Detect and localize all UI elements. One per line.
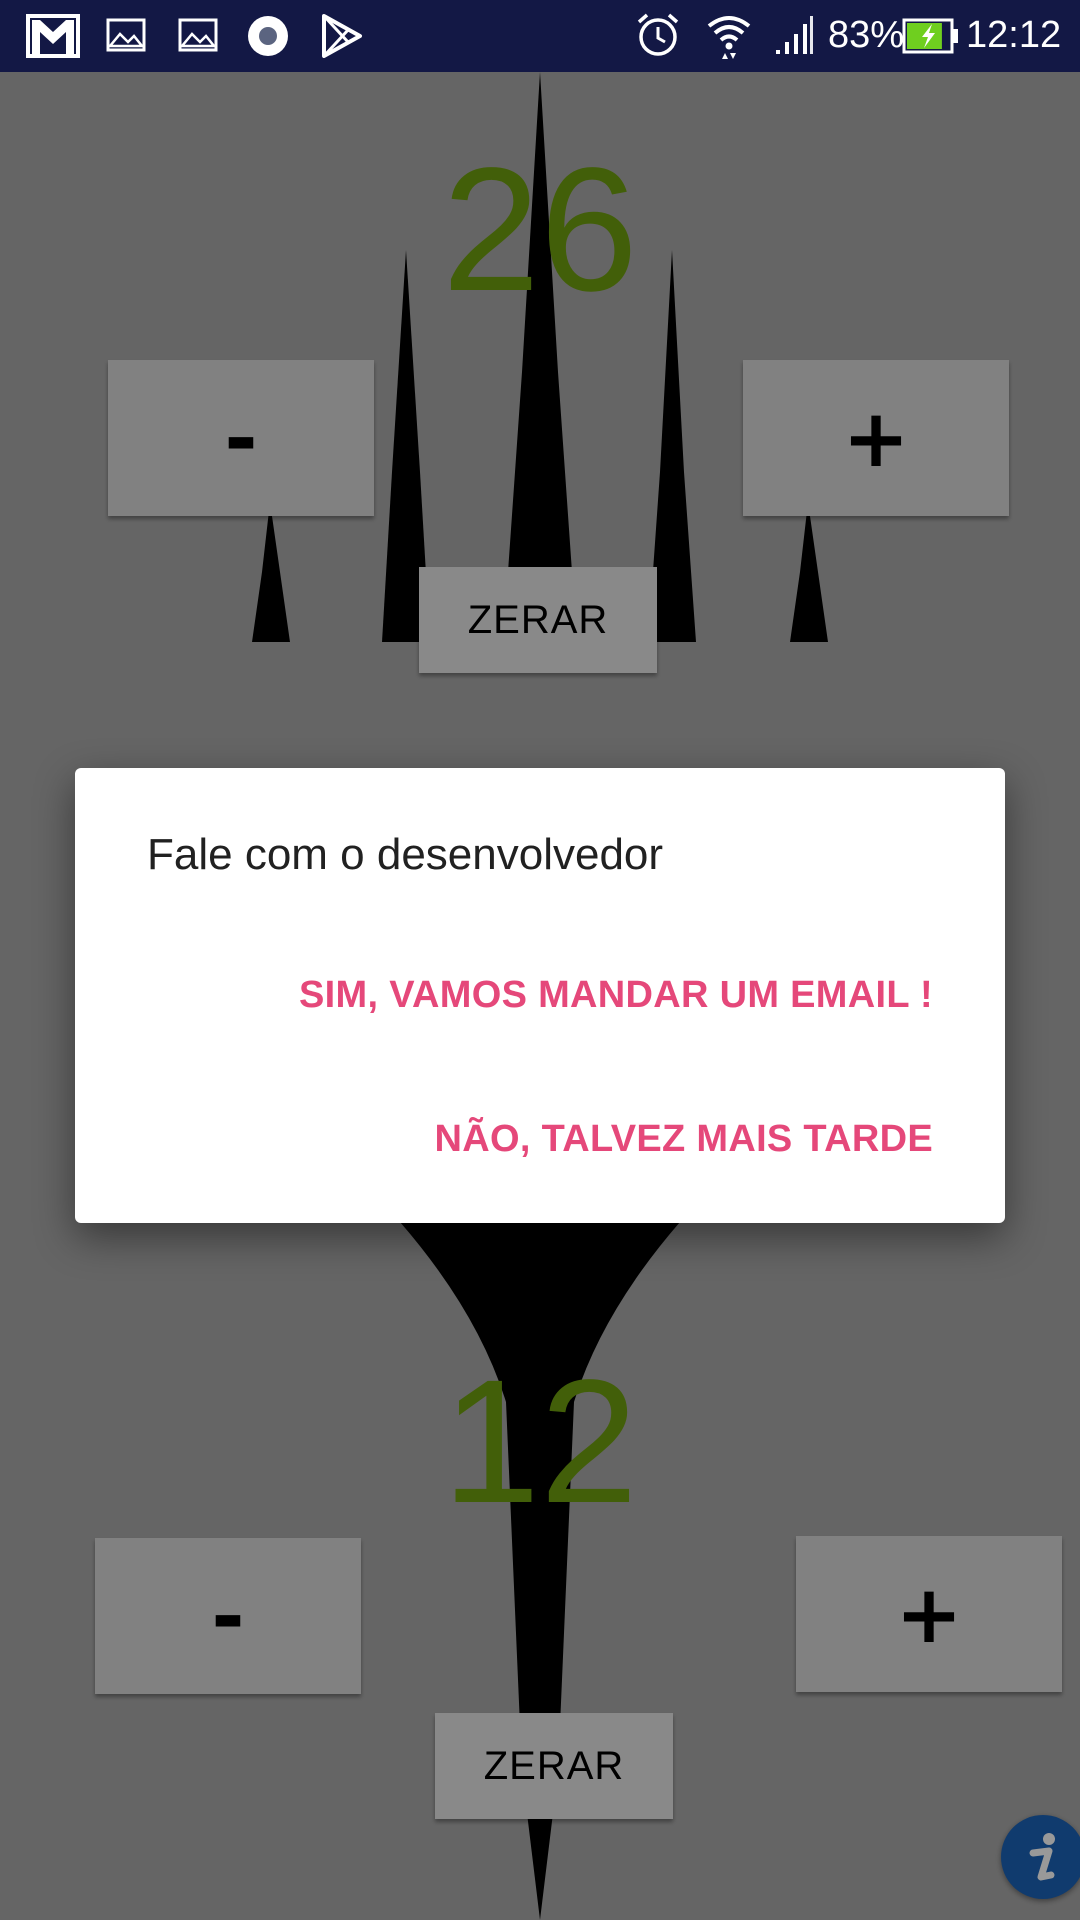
contact-developer-dialog: Fale com o desenvolvedor SIM, VAMOS MAND… bbox=[75, 768, 1005, 1223]
battery-percent: 83% bbox=[828, 14, 905, 56]
record-icon bbox=[248, 16, 288, 56]
play-store-icon bbox=[322, 14, 362, 58]
image-icon bbox=[106, 18, 146, 52]
dialog-title: Fale com o desenvolvedor bbox=[147, 830, 664, 879]
status-bar: 83% 12:12 bbox=[0, 0, 1080, 72]
gmail-icon bbox=[26, 14, 80, 58]
signal-icon bbox=[776, 16, 813, 54]
battery-icon bbox=[902, 18, 958, 54]
clock: 12:12 bbox=[966, 14, 1062, 56]
alarm-icon bbox=[637, 13, 679, 56]
image-icon bbox=[178, 18, 218, 52]
maybe-later-button[interactable]: NÃO, TALVEZ MAIS TARDE bbox=[435, 1118, 933, 1161]
wifi-icon bbox=[707, 16, 751, 59]
send-email-button[interactable]: SIM, VAMOS MANDAR UM EMAIL ! bbox=[299, 974, 933, 1017]
